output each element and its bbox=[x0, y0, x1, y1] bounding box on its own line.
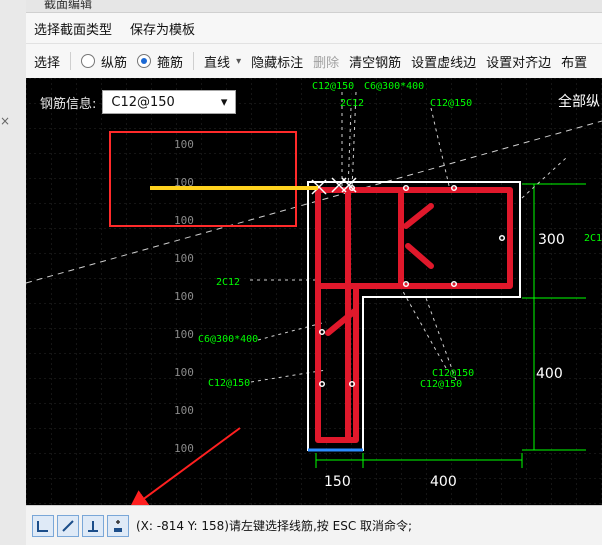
top-label-1: C12@150 bbox=[312, 81, 354, 92]
delete-button[interactable]: 删除 bbox=[313, 52, 339, 71]
rebar-info-value: C12@150 bbox=[111, 94, 175, 110]
snap-perpendicular-icon[interactable] bbox=[82, 514, 104, 537]
top-label-4: C12@150 bbox=[430, 98, 472, 109]
left-label-2c12: 2C12 bbox=[216, 277, 240, 288]
toolbar-separator bbox=[193, 52, 195, 70]
stirrup-radio-label: 箍筋 bbox=[157, 55, 184, 71]
chevron-down-icon: ▾ bbox=[236, 55, 242, 67]
menu-save-as-template[interactable]: 保存为模板 bbox=[130, 19, 195, 38]
add-point-icon[interactable] bbox=[107, 514, 129, 537]
canvas-svg[interactable]: 100 100 100 100 100 100 100 100 100 C12@… bbox=[26, 78, 602, 505]
stirrup-radio[interactable]: 箍筋 bbox=[137, 52, 183, 71]
grid-label: 100 bbox=[174, 404, 194, 417]
line-mode-label: 直线 bbox=[204, 55, 231, 71]
clear-rebar-button[interactable]: 清空钢筋 bbox=[349, 52, 401, 71]
longitudinal-radio[interactable]: 纵筋 bbox=[81, 52, 127, 71]
menu-bar: 选择截面类型 保存为模板 bbox=[26, 13, 602, 43]
status-bar: (X: -814 Y: 158)请左键选择线筋,按 ESC 取消命令; bbox=[26, 505, 602, 545]
left-gutter: × bbox=[0, 0, 27, 545]
window-title: 截面编辑 bbox=[26, 0, 602, 13]
dim-400-right: 400 bbox=[536, 366, 563, 382]
right-side-label: 2C16 bbox=[584, 233, 602, 244]
radio-off-icon bbox=[81, 54, 96, 68]
toolbar: 选择 纵筋 箍筋 直线 ▾ 隐藏标注 删除 清空钢筋 设置虚线边 设置对齐边 布… bbox=[26, 43, 602, 79]
rebar-info: 钢筋信息: C12@150 ▾ bbox=[40, 90, 237, 114]
left-label-c6: C6@300*400 bbox=[198, 334, 258, 345]
status-text: (X: -814 Y: 158)请左键选择线筋,按 ESC 取消命令; bbox=[136, 519, 413, 533]
drawing-canvas[interactable]: 100 100 100 100 100 100 100 100 100 C12@… bbox=[26, 78, 602, 505]
snap-diagonal-icon[interactable] bbox=[57, 514, 79, 537]
select-button[interactable]: 选择 bbox=[34, 52, 60, 71]
radio-on-icon bbox=[137, 54, 152, 68]
bottom-right-c12-1: C12@150 bbox=[432, 368, 474, 379]
top-label-2: C6@300*400 bbox=[364, 81, 424, 92]
chevron-down-icon: ▾ bbox=[220, 94, 228, 110]
layout-partial-button[interactable]: 布置 bbox=[561, 52, 587, 71]
set-alignment-edge-button[interactable]: 设置对齐边 bbox=[486, 52, 551, 71]
dim-300: 300 bbox=[538, 232, 565, 248]
grid-label: 100 bbox=[174, 252, 194, 265]
line-mode-dropdown[interactable]: 直线 ▾ bbox=[204, 52, 241, 71]
grid-label: 100 bbox=[174, 442, 194, 455]
longitudinal-radio-label: 纵筋 bbox=[101, 55, 128, 71]
menu-select-section-type[interactable]: 选择截面类型 bbox=[34, 19, 112, 38]
bottom-right-c12-2: C12@150 bbox=[420, 379, 462, 390]
set-dashed-edge-button[interactable]: 设置虚线边 bbox=[411, 52, 476, 71]
section-editor-window: 截面编辑 选择截面类型 保存为模板 选择 纵筋 箍筋 直线 ▾ 隐藏标注 删除 … bbox=[26, 0, 602, 545]
top-label-3: 2C12 bbox=[340, 98, 364, 109]
grid-labels: 100 100 100 100 100 100 100 100 100 bbox=[174, 138, 194, 455]
grid-label: 100 bbox=[174, 366, 194, 379]
hide-annotation-button[interactable]: 隐藏标注 bbox=[251, 52, 303, 71]
rebar-info-select[interactable]: C12@150 ▾ bbox=[102, 90, 237, 114]
grid-label: 100 bbox=[174, 328, 194, 341]
dim-400-bottom: 400 bbox=[430, 474, 457, 490]
snap-corner-icon[interactable] bbox=[32, 514, 54, 537]
grid-label: 100 bbox=[174, 290, 194, 303]
all-longitudinal-label: 全部纵 bbox=[558, 93, 600, 110]
dim-150: 150 bbox=[324, 474, 351, 490]
rebar-info-label: 钢筋信息: bbox=[40, 96, 97, 112]
grid-pattern bbox=[26, 78, 602, 505]
toolbar-separator bbox=[70, 52, 72, 70]
bottom-left-c12: C12@150 bbox=[208, 378, 250, 389]
gutter-close-icon[interactable]: × bbox=[0, 114, 10, 128]
grid-label: 100 bbox=[174, 138, 194, 151]
